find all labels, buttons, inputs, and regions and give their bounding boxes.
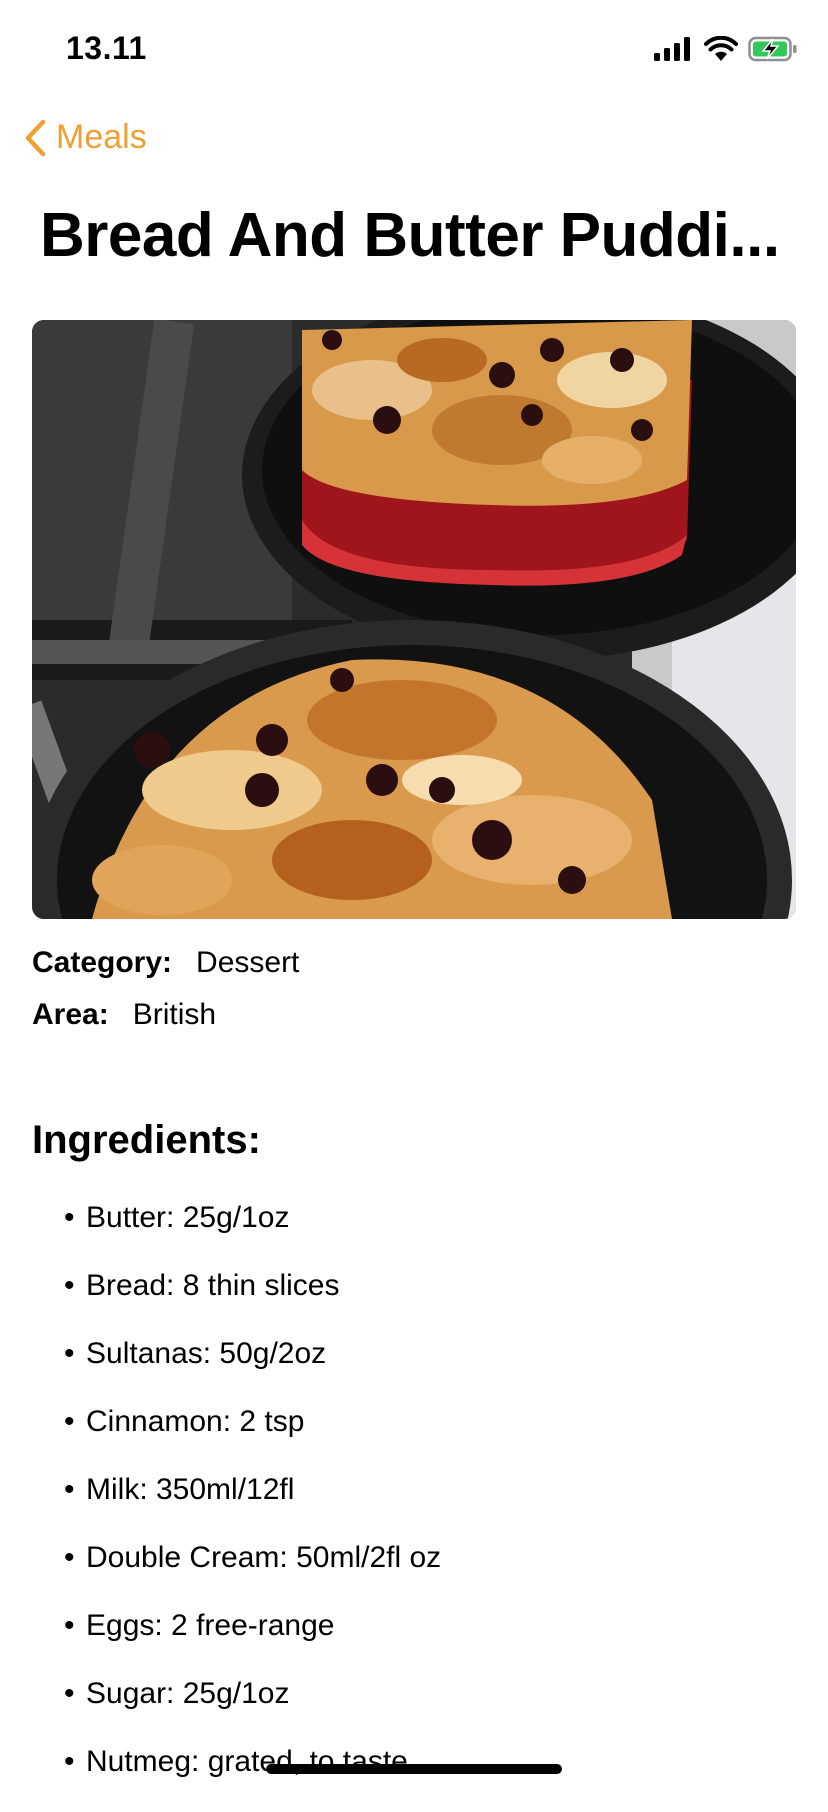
list-item: • Sultanas: 50g/2oz bbox=[64, 1336, 441, 1404]
category-label: Category: bbox=[32, 946, 173, 979]
bullet-icon: • bbox=[64, 1269, 75, 1302]
list-item: • Nutmeg: grated, to taste bbox=[64, 1744, 441, 1812]
list-item: • Sugar: 25g/1oz bbox=[64, 1676, 441, 1744]
ingredient-text: Sultanas: 50g/2oz bbox=[86, 1337, 327, 1370]
area-label: Area: bbox=[32, 998, 109, 1031]
ingredients-list: • Butter: 25g/1oz • Bread: 8 thin slices •… bbox=[64, 1200, 441, 1812]
bullet-icon: • bbox=[64, 1473, 75, 1506]
bullet-icon: • bbox=[64, 1405, 75, 1438]
ingredient-text: Sugar: 25g/1oz bbox=[86, 1677, 290, 1710]
bullet-icon: • bbox=[64, 1609, 75, 1642]
ingredient-text: Milk: 350ml/12fl bbox=[86, 1473, 295, 1506]
ingredients-heading: Ingredients: bbox=[32, 1118, 261, 1162]
category-value: Dessert bbox=[196, 946, 300, 979]
chevron-left-icon bbox=[25, 119, 46, 156]
status-icons bbox=[654, 36, 798, 62]
area-value: British bbox=[132, 998, 217, 1031]
list-item: • Double Cream: 50ml/2fl oz bbox=[64, 1540, 441, 1608]
ingredient-text: Cinnamon: 2 tsp bbox=[86, 1405, 305, 1438]
ingredient-text: Butter: 25g/1oz bbox=[86, 1201, 290, 1234]
status-bar: 13.11 bbox=[0, 0, 828, 100]
cellular-signal-icon bbox=[654, 37, 690, 61]
bullet-icon: • bbox=[64, 1201, 75, 1234]
ingredient-text: Nutmeg: grated, to taste bbox=[86, 1745, 408, 1778]
category-row: Category: Dessert bbox=[32, 946, 299, 980]
list-item: • Cinnamon: 2 tsp bbox=[64, 1404, 441, 1472]
bullet-icon: • bbox=[64, 1337, 75, 1370]
page-title: Bread And Butter Puddi... bbox=[40, 201, 780, 270]
status-time: 13.11 bbox=[66, 30, 147, 66]
bullet-icon: • bbox=[64, 1677, 75, 1710]
area-row: Area: British bbox=[32, 998, 216, 1032]
list-item: • Bread: 8 thin slices bbox=[64, 1268, 441, 1336]
wifi-icon bbox=[704, 36, 738, 61]
ingredient-text: Double Cream: 50ml/2fl oz bbox=[86, 1541, 442, 1574]
ingredient-text: Bread: 8 thin slices bbox=[86, 1269, 340, 1302]
back-button[interactable]: Meals bbox=[24, 118, 147, 157]
ingredient-text: Eggs: 2 free-range bbox=[86, 1609, 335, 1642]
navigation-bar: Meals bbox=[0, 110, 828, 170]
list-item: • Butter: 25g/1oz bbox=[64, 1200, 441, 1268]
bullet-icon: • bbox=[64, 1745, 75, 1778]
home-indicator[interactable] bbox=[266, 1764, 562, 1774]
back-button-label: Meals bbox=[56, 118, 147, 156]
bullet-icon: • bbox=[64, 1541, 75, 1574]
list-item: • Eggs: 2 free-range bbox=[64, 1608, 441, 1676]
list-item: • Milk: 350ml/12fl bbox=[64, 1472, 441, 1540]
meal-photo bbox=[32, 320, 796, 919]
battery-charging-icon bbox=[748, 36, 797, 62]
